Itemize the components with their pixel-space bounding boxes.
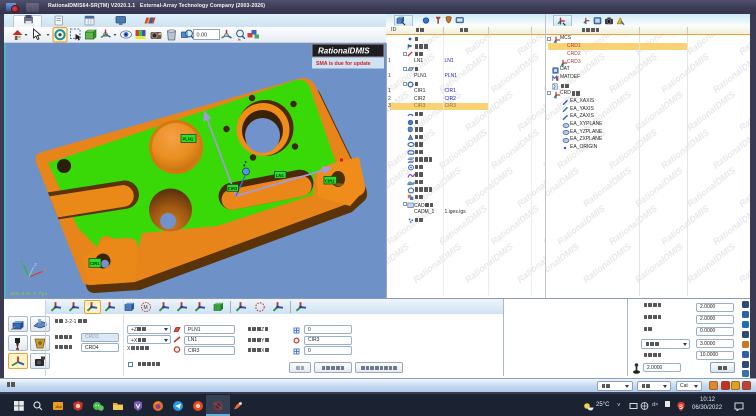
svg-text:423.9/0.4 fps: 423.9/0.4 fps (10, 291, 48, 297)
svg-text:X: X (44, 267, 47, 272)
svg-text:PLN1: PLN1 (183, 137, 194, 142)
svg-text:0.00: 0.00 (197, 33, 208, 39)
svg-text:SMA is due for update: SMA is due for update (316, 61, 371, 67)
svg-text:RationalDMIS: RationalDMIS (318, 47, 370, 56)
svg-text:CIR3: CIR3 (228, 186, 238, 191)
svg-text:Z: Z (34, 262, 37, 267)
svg-text:M: M (144, 305, 148, 311)
svg-text:LN1: LN1 (276, 173, 285, 178)
svg-text:CIR2: CIR2 (325, 179, 335, 184)
svg-text:Y: Y (20, 259, 23, 264)
svg-text:CIR1: CIR1 (90, 261, 100, 266)
svg-text:S: S (679, 405, 683, 411)
